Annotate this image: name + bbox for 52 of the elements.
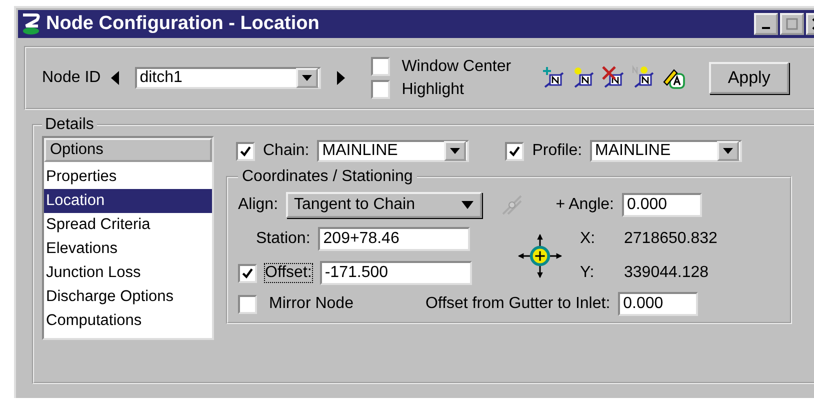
angle-label: + Angle:: [556, 196, 614, 214]
profile-dropdown[interactable]: MAINLINE: [590, 140, 742, 162]
list-item[interactable]: Spread Criteria: [44, 213, 212, 237]
align-label: Align:: [238, 196, 278, 214]
offset-label: Offset:: [265, 264, 312, 282]
dropdown-arrow-icon: [461, 201, 474, 209]
previous-arrow-icon[interactable]: [110, 71, 119, 85]
station-label: Station:: [256, 230, 310, 248]
align-dropdown[interactable]: Tangent to Chain: [286, 192, 482, 218]
list-item[interactable]: Discharge Options: [44, 285, 212, 309]
move-crosshair-icon[interactable]: [516, 232, 564, 280]
check-icon: [242, 268, 253, 278]
group-title: Coordinates / Stationing: [241, 168, 414, 186]
minimize-button[interactable]: [754, 13, 778, 35]
maximize-icon: [786, 18, 798, 30]
chain-dropdown[interactable]: MAINLINE: [317, 140, 470, 162]
checkbox[interactable]: [370, 80, 390, 99]
list-header: Options: [44, 138, 212, 162]
list-item[interactable]: Elevations: [44, 237, 212, 261]
list-item[interactable]: Location: [44, 189, 212, 213]
chain-label: Chain:: [263, 142, 310, 160]
checkbox-label: Window Center: [402, 58, 512, 76]
angle-field[interactable]: 0.000: [622, 193, 702, 217]
x-label: X:: [580, 230, 596, 248]
checkbox[interactable]: [505, 142, 524, 160]
next-arrow-icon[interactable]: [336, 71, 345, 85]
list-item[interactable]: Computations: [44, 309, 212, 333]
node-id-label: Node ID: [42, 69, 101, 87]
group-title: Details: [44, 116, 95, 134]
checkbox-label: Highlight: [402, 80, 464, 98]
y-label: Y:: [580, 264, 594, 282]
window-title: Node Configuration - Location: [46, 13, 320, 35]
station-field[interactable]: 209+78.46: [318, 227, 470, 251]
checkbox[interactable]: [238, 264, 257, 282]
checkbox[interactable]: [236, 142, 255, 160]
mirror-node-label: Mirror Node: [269, 295, 354, 313]
node-id-dropdown[interactable]: ditch1: [134, 67, 321, 89]
gutter-offset-label: Offset from Gutter to Inlet:: [425, 295, 610, 313]
list-item[interactable]: Properties: [44, 165, 212, 189]
list-item[interactable]: Junction Loss: [44, 261, 212, 285]
check-icon: [509, 146, 520, 156]
checkbox[interactable]: [370, 57, 390, 76]
apply-button[interactable]: Apply: [709, 62, 790, 94]
check-icon: [240, 146, 251, 156]
offset-field[interactable]: -171.500: [320, 261, 472, 285]
y-value: 339044.128: [624, 264, 710, 282]
minimize-icon: [762, 27, 770, 29]
checkbox[interactable]: [238, 294, 257, 314]
app-logo-icon: [20, 12, 42, 36]
profile-label: Profile:: [532, 142, 582, 160]
gutter-offset-field[interactable]: 0.000: [618, 292, 698, 316]
x-value: 2718650.832: [624, 230, 718, 248]
